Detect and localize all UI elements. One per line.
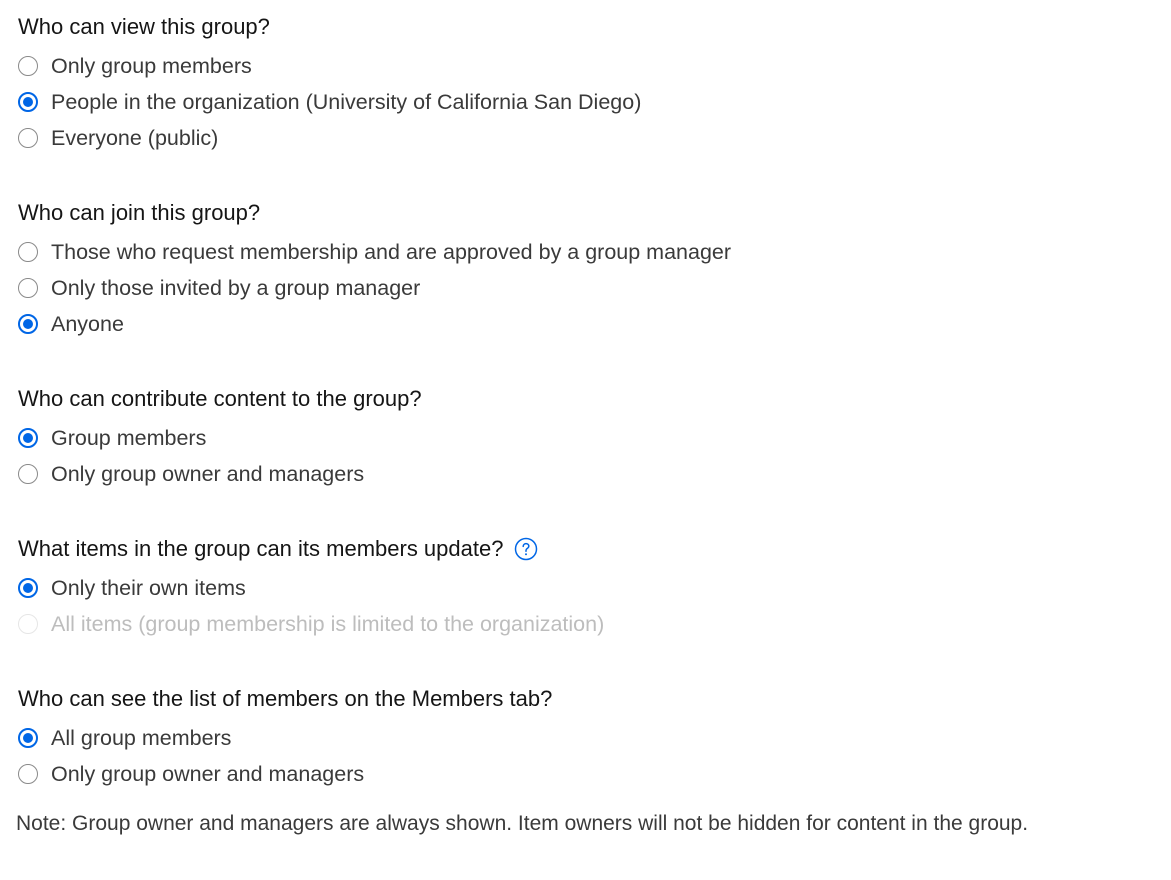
group-settings-form: Who can view this group? Only group memb…: [0, 0, 1171, 880]
radio-option-anyone[interactable]: Anyone: [18, 306, 731, 342]
members-list-visibility-section: Who can see the list of members on the M…: [18, 686, 552, 792]
radio-label: People in the organization (University o…: [51, 89, 642, 114]
radio-label: Only group owner and managers: [51, 761, 365, 786]
radio-option-invited-only[interactable]: Only those invited by a group manager: [18, 270, 731, 306]
radio-button-disabled: [18, 614, 38, 634]
radio-option-owner-managers[interactable]: Only group owner and managers: [18, 756, 552, 792]
radio-button-selected[interactable]: [18, 92, 38, 112]
radio-option-only-group-members[interactable]: Only group members: [18, 48, 641, 84]
question-label: Who can contribute content to the group?: [18, 386, 422, 411]
radio-label: All items (group membership is limited t…: [51, 611, 605, 636]
radio-button[interactable]: [18, 242, 38, 262]
radio-button-selected[interactable]: [18, 314, 38, 334]
radio-label: Anyone: [51, 311, 124, 336]
question-label: What items in the group can its members …: [18, 536, 504, 561]
join-group-section: Who can join this group? Those who reque…: [18, 200, 731, 342]
contribute-content-section: Who can contribute content to the group?…: [18, 386, 422, 492]
question-label: Who can view this group?: [18, 14, 270, 39]
radio-button[interactable]: [18, 764, 38, 784]
radio-option-owner-managers[interactable]: Only group owner and managers: [18, 456, 422, 492]
radio-option-all-group-members[interactable]: All group members: [18, 720, 552, 756]
radio-option-organization[interactable]: People in the organization (University o…: [18, 84, 641, 120]
view-group-section: Who can view this group? Only group memb…: [18, 14, 641, 156]
question-label: Who can join this group?: [18, 200, 261, 225]
radio-option-own-items[interactable]: Only their own items: [18, 570, 604, 606]
radio-label: Only group owner and managers: [51, 461, 365, 486]
question-circle-icon[interactable]: [514, 537, 538, 561]
radio-label: Only their own items: [51, 575, 246, 600]
radio-option-group-members[interactable]: Group members: [18, 420, 422, 456]
radio-option-all-items-disabled: All items (group membership is limited t…: [18, 606, 604, 642]
radio-label: Those who request membership and are app…: [51, 239, 732, 264]
radio-button[interactable]: [18, 128, 38, 148]
radio-button-selected[interactable]: [18, 428, 38, 448]
radio-label: Everyone (public): [51, 125, 219, 150]
radio-button[interactable]: [18, 278, 38, 298]
members-note: Note: Group owner and managers are alway…: [16, 812, 1029, 835]
question-row: What items in the group can its members …: [18, 536, 604, 562]
radio-option-everyone[interactable]: Everyone (public): [18, 120, 641, 156]
radio-button-selected[interactable]: [18, 578, 38, 598]
radio-label: All group members: [51, 725, 232, 750]
radio-button[interactable]: [18, 56, 38, 76]
update-items-section: What items in the group can its members …: [18, 536, 604, 642]
radio-button[interactable]: [18, 464, 38, 484]
radio-label: Only group members: [51, 53, 252, 78]
radio-option-request-membership[interactable]: Those who request membership and are app…: [18, 234, 731, 270]
question-label: Who can see the list of members on the M…: [18, 686, 553, 711]
radio-button-selected[interactable]: [18, 728, 38, 748]
radio-label: Group members: [51, 425, 207, 450]
radio-label: Only those invited by a group manager: [51, 275, 421, 300]
